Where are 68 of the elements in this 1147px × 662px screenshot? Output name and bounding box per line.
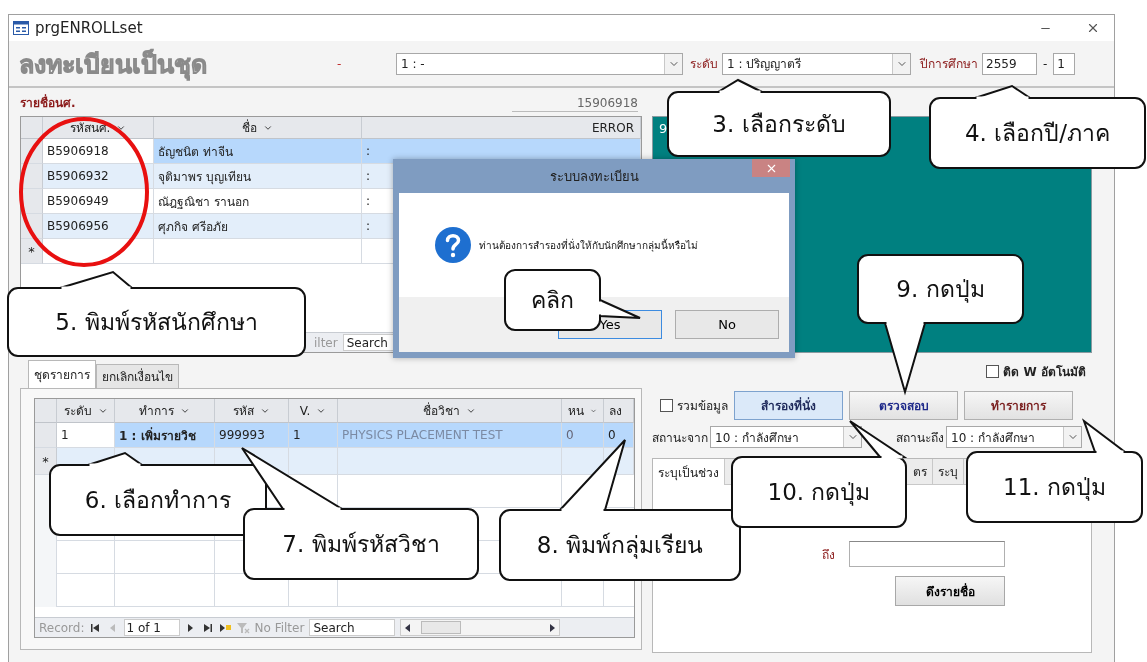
table-cell: B5906932: [43, 164, 154, 189]
column-header[interactable]: ลง: [604, 399, 634, 423]
table-cell: 1: [289, 423, 338, 448]
table-cell: 0: [604, 423, 634, 448]
callout-text: 10. กดปุ่ม: [767, 478, 871, 508]
fetch-button[interactable]: ดึงรายชื่อ: [895, 576, 1005, 606]
year-field[interactable]: 2559: [982, 52, 1037, 75]
separator: -: [337, 56, 343, 71]
column-header[interactable]: รหัส: [215, 399, 289, 423]
record-position-field[interactable]: 1 of 1: [123, 619, 180, 636]
dialog-title: ระบบลงทะเบียน: [549, 167, 639, 186]
field-label: ถึง: [822, 546, 835, 564]
callout-text: 3. เลือกระดับ: [712, 110, 846, 139]
callout-text: 7. พิมพ์รหัสวิชา: [282, 530, 440, 559]
column-header[interactable]: ชื่อ: [154, 117, 362, 139]
section-label: รายชื่อนศ.: [20, 93, 76, 112]
checkbox-label: ติด W อัตโนมัติ: [1003, 363, 1086, 381]
column-header[interactable]: ชื่อวิชา: [338, 399, 562, 423]
tab[interactable]: ยกเลิกเงื่อนไข: [96, 364, 179, 388]
table-cell: 1: [57, 423, 115, 448]
callout-text: 8. พิมพ์กลุ่มเรียน: [536, 531, 704, 561]
table-cell: B5906949: [43, 189, 154, 214]
table-cell: จุติมาพร บุญเทียน: [154, 164, 362, 189]
action-button[interactable]: ตรวจสอบ: [849, 390, 958, 420]
status-to-label: สถานะถึง: [896, 429, 944, 447]
separator: -: [1043, 56, 1048, 71]
result-text: 9: [659, 121, 668, 136]
status-to-dropdown[interactable]: 10 : กำลังศึกษา: [946, 426, 1082, 448]
action-button[interactable]: ทำรายการ: [964, 390, 1073, 420]
filter-label: ilter: [314, 335, 338, 350]
tab[interactable]: ระบุเป็นช่วง: [653, 459, 725, 485]
table-cell: B5906956: [43, 214, 154, 239]
checkbox-label: รวมข้อมูล: [677, 397, 728, 415]
callout-text: 9. กดปุ่ม: [896, 275, 985, 305]
table-cell: ศุภกิจ ศรีอภัย: [154, 214, 362, 239]
callout-text: 11. กดปุ่ม: [1003, 473, 1106, 503]
record-label: Record:: [39, 620, 85, 635]
table-cell: 0: [562, 423, 604, 448]
year-label: ปีการศึกษา: [920, 56, 978, 73]
action-button[interactable]: สำรองที่นั่ง: [734, 390, 843, 420]
column-header[interactable]: หน: [562, 399, 604, 423]
tab[interactable]: ชุดรายการ: [28, 360, 96, 388]
column-header[interactable]: V.: [289, 399, 338, 423]
level-dropdown[interactable]: 1 : ปริญญาตรี: [722, 52, 911, 75]
dialog-button[interactable]: No: [675, 310, 779, 339]
column-header[interactable]: ระดับ: [57, 399, 115, 423]
callout-text: 5. พิมพ์รหัสนักศึกษา: [55, 308, 258, 337]
new-row-marker: *: [21, 239, 43, 264]
column-header[interactable]: ทำการ: [115, 399, 215, 423]
table-cell: PHYSICS PLACEMENT TEST: [338, 423, 562, 448]
status-from-dropdown[interactable]: 10 : กำลังศึกษา: [710, 426, 862, 448]
table-cell: 999993: [215, 423, 289, 448]
dialog-message: ท่านต้องการสำรองที่นั่งให้กับนักศึกษากลุ่มนี้หรือไม่: [479, 237, 698, 253]
callout-text: 4. เลือกปี/ภาค: [965, 119, 1110, 148]
table-cell: 1 : เพิ่มรายวิช: [115, 423, 215, 448]
status-from-label: สถานะจาก: [652, 429, 708, 447]
table-cell: ธัญชนิต ท่าจีน: [154, 139, 362, 164]
table-cell: ณัฎฐณิชา รานอก: [154, 189, 362, 214]
current-id: 15906918: [512, 96, 638, 112]
program-dropdown[interactable]: 1 : -: [396, 52, 683, 75]
window-title: prgENROLLset: [35, 19, 144, 37]
table-cell: B5906918: [43, 139, 154, 164]
column-header[interactable]: ERROR: [362, 117, 641, 139]
level-label: ระดับ: [690, 56, 718, 73]
form-title: ลงทะเบียนเป็นชุด: [19, 48, 208, 83]
term-field[interactable]: 1: [1053, 52, 1076, 75]
search-field[interactable]: Search: [309, 619, 396, 636]
callout-text: 6. เลือกทำการ: [84, 486, 232, 515]
